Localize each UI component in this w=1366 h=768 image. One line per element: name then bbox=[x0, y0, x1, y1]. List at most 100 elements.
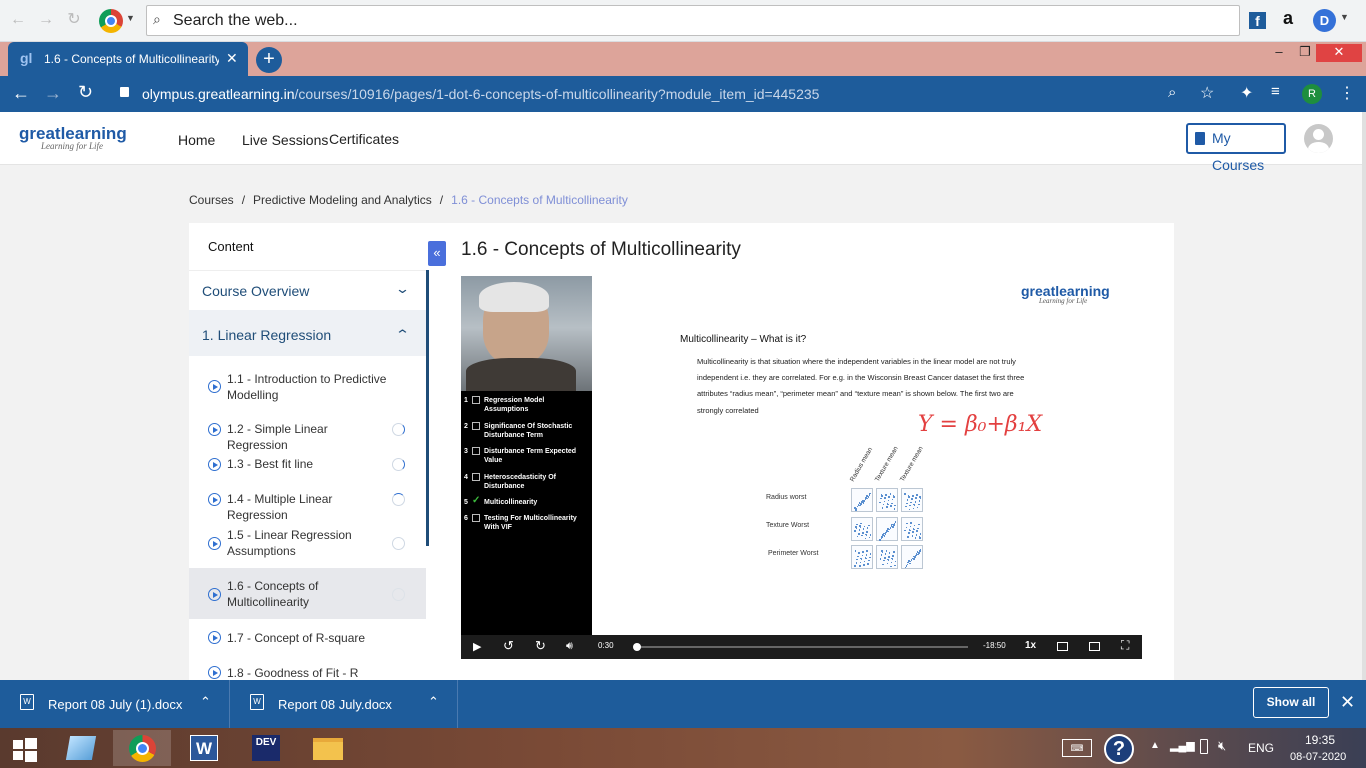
back-icon[interactable]: ← bbox=[12, 83, 30, 104]
sidebar-item-1-5[interactable]: 1.5 - Linear Regression Assumptions bbox=[189, 521, 426, 561]
scatter-point bbox=[882, 503, 885, 506]
volume-muted-icon[interactable]: 🔇︎ bbox=[1218, 738, 1226, 754]
scatter-point bbox=[890, 565, 892, 568]
nav-certificates[interactable]: Certificates bbox=[329, 131, 399, 147]
chapter-item[interactable]: 3 Disturbance Term Expected Value bbox=[464, 447, 589, 467]
language-indicator[interactable]: ENG bbox=[1248, 741, 1274, 755]
section-course-overview[interactable]: Course Overview ⌄ bbox=[189, 270, 426, 310]
url-path: /courses/10916/pages/1-dot-6-concepts-of… bbox=[294, 86, 820, 102]
start-windows-icon[interactable] bbox=[0, 730, 48, 766]
network-signal-icon[interactable]: ▂▄▆ bbox=[1170, 739, 1195, 752]
play-icon[interactable]: ▶ bbox=[473, 640, 481, 653]
chapter-item-current[interactable]: 5 ✓ Multicollinearity bbox=[464, 496, 589, 510]
scatter-point bbox=[914, 537, 917, 539]
close-downloads-icon[interactable]: ✕ bbox=[1340, 692, 1355, 713]
zoom-icon[interactable]: ⌕ bbox=[1168, 84, 1176, 101]
web-search-input[interactable]: ⌕ Search the web... bbox=[146, 5, 1240, 36]
chapter-item[interactable]: 1 Regression Model Assumptions bbox=[464, 396, 589, 416]
close-window-icon[interactable]: ✕ bbox=[1316, 44, 1362, 62]
captions-icon[interactable] bbox=[1089, 642, 1100, 651]
sidebar-item-1-3[interactable]: 1.3 - Best fit line bbox=[189, 448, 426, 480]
sidebar-item-1-7[interactable]: 1.7 - Concept of R-square bbox=[189, 623, 426, 655]
scatter-point bbox=[884, 553, 887, 555]
forward-icon[interactable]: → bbox=[36, 10, 56, 30]
taskbar-app-chrome[interactable] bbox=[113, 730, 171, 766]
scatter-point bbox=[915, 497, 917, 499]
lock-icon[interactable] bbox=[120, 87, 129, 97]
profile-avatar[interactable]: R bbox=[1302, 84, 1322, 104]
chevron-down-icon[interactable]: ▼ bbox=[1340, 12, 1349, 22]
facebook-icon[interactable]: f bbox=[1249, 12, 1266, 29]
chevron-up-icon[interactable]: ⌃ bbox=[428, 694, 439, 710]
show-hidden-icons-icon[interactable]: ▲ bbox=[1150, 740, 1160, 751]
reload-icon[interactable]: ↻ bbox=[64, 10, 84, 30]
clock-time[interactable]: 19:35 bbox=[1305, 733, 1335, 747]
section-linear-regression[interactable]: 1. Linear Regression ⌃ bbox=[189, 310, 426, 356]
scatter-point bbox=[862, 528, 865, 530]
fullscreen-icon[interactable]: ⛶ bbox=[1121, 638, 1129, 653]
nav-live-sessions[interactable]: Live Sessions bbox=[242, 132, 328, 148]
scatter-point bbox=[861, 534, 863, 537]
page-scrollbar[interactable] bbox=[1362, 112, 1366, 680]
breadcrumb-module[interactable]: Predictive Modeling and Analytics bbox=[253, 193, 432, 207]
help-icon[interactable]: ? bbox=[1104, 734, 1134, 764]
scatter-cell bbox=[876, 545, 898, 569]
scatter-point bbox=[913, 558, 915, 560]
sidebar-item-1-6-active[interactable]: 1.6 - Concepts of Multicollinearity bbox=[189, 568, 426, 619]
taskbar-app-file-explorer[interactable] bbox=[299, 730, 357, 766]
video-progress-track[interactable] bbox=[634, 646, 968, 648]
greatlearning-logo[interactable]: greatlearning Learning for Life bbox=[19, 124, 127, 151]
scatter-point bbox=[866, 527, 869, 529]
show-all-button[interactable]: Show all bbox=[1253, 687, 1329, 718]
chapter-item[interactable]: 2 Significance Of Stochastic Disturbance … bbox=[464, 422, 589, 442]
keyboard-icon[interactable]: ⌨ bbox=[1062, 739, 1092, 757]
chapters-icon[interactable] bbox=[1057, 642, 1068, 651]
taskbar-app-devc[interactable]: DEV bbox=[237, 730, 295, 766]
clock-date[interactable]: 08-07-2020 bbox=[1290, 751, 1346, 763]
close-tab-icon[interactable]: ✕ bbox=[226, 50, 238, 67]
chevron-down-icon[interactable]: ▼ bbox=[126, 13, 135, 23]
speed-button[interactable]: 1x bbox=[1025, 640, 1036, 651]
sidebar-item-1-4[interactable]: 1.4 - Multiple Linear Regression bbox=[189, 483, 426, 522]
play-circle-icon bbox=[208, 588, 221, 601]
user-avatar[interactable] bbox=[1304, 124, 1333, 153]
my-courses-button[interactable]: My Courses bbox=[1186, 123, 1286, 173]
star-icon[interactable]: ☆ bbox=[1200, 83, 1214, 103]
sidebar-item-1-1[interactable]: 1.1 - Introduction to Predictive Modelli… bbox=[189, 364, 426, 404]
rewind-icon[interactable]: ↺ bbox=[503, 638, 514, 654]
chapter-item[interactable]: 6 Testing For Multicollinearity With VIF bbox=[464, 514, 589, 534]
url-text[interactable]: olympus.greatlearning.in/courses/10916/p… bbox=[142, 86, 819, 102]
scatter-point bbox=[905, 526, 908, 529]
forward-skip-icon[interactable]: ↻ bbox=[535, 638, 546, 654]
scatter-point bbox=[914, 556, 916, 558]
puzzle-extensions-icon[interactable]: ✦ bbox=[1240, 83, 1253, 103]
scatter-point bbox=[869, 534, 872, 536]
new-tab-button[interactable]: + bbox=[256, 47, 282, 73]
sidebar-item-1-2[interactable]: 1.2 - Simple Linear Regression bbox=[189, 413, 426, 452]
download-item[interactable]: W Report 08 July (1).docx ⌃ bbox=[0, 680, 230, 728]
forward-icon[interactable]: → bbox=[44, 83, 62, 104]
scatter-point bbox=[919, 533, 922, 535]
amazon-icon[interactable]: a bbox=[1283, 8, 1293, 29]
sidebar-item-1-8[interactable]: 1.8 - Goodness of Fit - R Square bbox=[189, 658, 426, 680]
battery-icon[interactable] bbox=[1200, 739, 1208, 754]
checkbox-icon bbox=[472, 422, 480, 430]
collapse-sidebar-button[interactable]: « bbox=[428, 241, 446, 266]
browser-tab[interactable]: ɡl 1.6 - Concepts of Multicollinearity ✕ bbox=[8, 42, 248, 76]
taskbar-app-word[interactable]: W bbox=[175, 730, 233, 766]
scatter-point bbox=[884, 533, 887, 535]
scatter-point bbox=[888, 556, 890, 558]
chevron-up-icon[interactable]: ⌃ bbox=[200, 694, 211, 710]
media-control-icon[interactable]: ≡ bbox=[1271, 83, 1280, 100]
nav-home[interactable]: Home bbox=[178, 132, 215, 148]
volume-icon[interactable]: 🔊︎ bbox=[566, 640, 573, 653]
menu-kebab-icon[interactable]: ⋮ bbox=[1339, 83, 1355, 103]
taskbar-app-explorer[interactable] bbox=[52, 730, 110, 766]
chapter-item[interactable]: 4 Heteroscedasticity Of Disturbance bbox=[464, 473, 589, 493]
chrome-logo-icon[interactable] bbox=[99, 9, 123, 33]
breadcrumb-courses[interactable]: Courses bbox=[189, 193, 234, 207]
download-item[interactable]: W Report 08 July.docx ⌃ bbox=[230, 680, 458, 728]
reload-icon[interactable]: ↻ bbox=[78, 82, 93, 103]
back-icon[interactable]: ← bbox=[8, 10, 28, 30]
extension-d-icon[interactable]: D bbox=[1313, 9, 1336, 32]
